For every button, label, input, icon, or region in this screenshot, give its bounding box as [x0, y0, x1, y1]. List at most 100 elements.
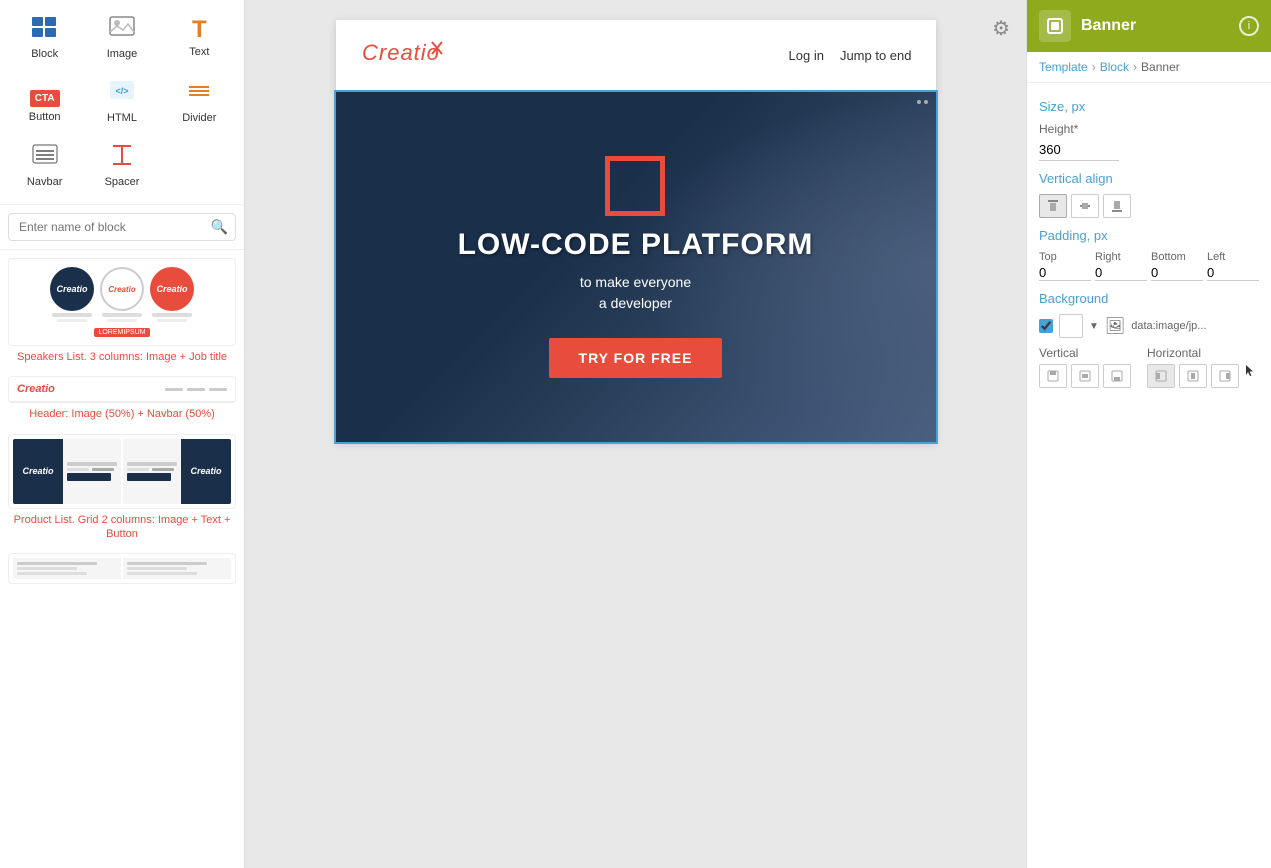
padding-left: Left	[1207, 251, 1259, 281]
block-icon	[31, 16, 59, 44]
padding-top-label: Top	[1039, 251, 1091, 263]
bg-row: ▼ 🖼 data:image/jp...	[1039, 314, 1259, 338]
search-input[interactable]	[8, 213, 236, 241]
horizontal-pos-section: Horizontal	[1147, 346, 1257, 388]
cursor-indicator	[1243, 364, 1257, 378]
button-label: Button	[29, 111, 61, 123]
padding-left-label: Left	[1207, 251, 1259, 263]
padding-right-label: Right	[1095, 251, 1147, 263]
sidebar-item-spacer[interactable]: Spacer	[85, 136, 158, 196]
valign-buttons	[1039, 194, 1259, 218]
email-nav: Log in Jump to end	[789, 48, 912, 63]
image-icon	[109, 16, 135, 44]
banner-resize-handle[interactable]	[917, 100, 928, 104]
email-canvas: Creatio Log in Jump to end LOW-CODE PLAT…	[336, 20, 936, 442]
block-grid: Block Image T Text CTA Button	[0, 0, 244, 204]
banner-icon-square	[605, 156, 665, 216]
text-icon: T	[192, 18, 207, 42]
corner-dot-2	[924, 100, 928, 104]
vertical-pos-buttons	[1039, 364, 1131, 388]
divider	[0, 204, 244, 205]
height-label: Height*	[1039, 122, 1259, 136]
vertical-top-btn[interactable]	[1039, 364, 1067, 388]
right-sidebar: Banner i Template › Block › Banner Size,…	[1026, 0, 1271, 868]
settings-icon[interactable]: ⚙	[992, 16, 1010, 41]
breadcrumb-block[interactable]: Block	[1100, 60, 1129, 74]
valign-middle-btn[interactable]	[1071, 194, 1099, 218]
bg-image-icon[interactable]: 🖼	[1105, 316, 1125, 336]
header-label: Header: Image (50%) + Navbar (50%)	[8, 407, 236, 421]
horizontal-pos-buttons	[1147, 364, 1257, 388]
banner-cta-button[interactable]: TRY FOR FREE	[549, 338, 723, 378]
breadcrumb-template[interactable]: Template	[1039, 60, 1088, 74]
valign-bottom-btn[interactable]	[1103, 194, 1131, 218]
breadcrumb-sep1: ›	[1092, 60, 1096, 74]
sidebar-item-block[interactable]: Block	[8, 8, 81, 68]
block-label: Block	[31, 48, 58, 60]
height-field: Height*	[1039, 122, 1259, 161]
breadcrumb-sep2: ›	[1133, 60, 1137, 74]
bg-image-text: data:image/jp...	[1131, 320, 1259, 332]
padding-top: Top	[1039, 251, 1091, 281]
padding-left-input[interactable]	[1207, 265, 1259, 281]
speakers-block-preview[interactable]: Creatio Creatio Creatio	[8, 258, 236, 364]
blocks-list: Creatio Creatio Creatio	[0, 258, 244, 868]
left-sidebar: Block Image T Text CTA Button	[0, 0, 245, 868]
valign-top-btn[interactable]	[1039, 194, 1067, 218]
image-label: Image	[107, 48, 138, 60]
size-section-title: Size, px	[1039, 99, 1259, 114]
more-block-preview[interactable]	[8, 553, 236, 584]
spacer-icon	[109, 144, 135, 172]
padding-top-input[interactable]	[1039, 265, 1091, 281]
padding-section-title: Padding, px	[1039, 228, 1259, 243]
horizontal-left-btn[interactable]	[1147, 364, 1175, 388]
bg-checkbox[interactable]	[1039, 319, 1053, 333]
corner-dot-1	[917, 100, 921, 104]
more-preview-img	[8, 553, 236, 584]
info-icon[interactable]: i	[1239, 16, 1259, 36]
banner-title: LOW-CODE PLATFORM	[458, 228, 814, 262]
email-header: Creatio Log in Jump to end	[336, 20, 936, 92]
breadcrumb: Template › Block › Banner	[1027, 52, 1271, 83]
padding-right: Right	[1095, 251, 1147, 281]
banner-content: LOW-CODE PLATFORM to make everyonea deve…	[438, 136, 834, 398]
bg-dropdown-arrow[interactable]: ▼	[1089, 321, 1099, 332]
svg-text:</>: </>	[115, 86, 128, 96]
padding-bottom-input[interactable]	[1151, 265, 1203, 281]
html-label: HTML	[107, 112, 137, 124]
sidebar-item-button[interactable]: CTA Button	[8, 72, 81, 132]
valign-section-title: Vertical align	[1039, 171, 1259, 186]
sidebar-item-image[interactable]: Image	[85, 8, 158, 68]
navbar-icon	[32, 144, 58, 172]
preview-nav	[122, 388, 227, 391]
horizontal-center-btn[interactable]	[1179, 364, 1207, 388]
login-link[interactable]: Log in	[789, 48, 824, 63]
divider-label: Divider	[182, 112, 216, 124]
padding-right-input[interactable]	[1095, 265, 1147, 281]
text-label: Text	[189, 46, 209, 58]
header-preview-img: Creatio	[8, 376, 236, 403]
vertical-pos-label: Vertical	[1039, 346, 1131, 360]
main-content: ⚙ Creatio Log in Jump to end	[245, 0, 1026, 868]
sidebar-item-navbar[interactable]: Navbar	[8, 136, 81, 196]
sidebar-item-text[interactable]: T Text	[163, 8, 236, 68]
banner-icon	[458, 156, 814, 216]
product-block-preview[interactable]: Creatio	[8, 434, 236, 542]
sidebar-item-divider[interactable]: Divider	[163, 72, 236, 132]
sidebar-item-html[interactable]: </> HTML	[85, 72, 158, 132]
vertical-center-btn[interactable]	[1071, 364, 1099, 388]
divider2	[0, 249, 244, 250]
right-panel-title: Banner	[1081, 17, 1229, 35]
header-block-preview[interactable]: Creatio Header: Image (50%) + Navbar (50…	[8, 376, 236, 421]
banner-section[interactable]: LOW-CODE PLATFORM to make everyonea deve…	[336, 92, 936, 442]
padding-bottom: Bottom	[1151, 251, 1203, 281]
jump-link[interactable]: Jump to end	[840, 48, 912, 63]
divider-icon	[186, 80, 212, 108]
speakers-preview-img: Creatio Creatio Creatio	[8, 258, 236, 346]
vertical-bottom-btn[interactable]	[1103, 364, 1131, 388]
height-input[interactable]	[1039, 139, 1119, 161]
html-icon: </>	[109, 80, 135, 108]
breadcrumb-banner: Banner	[1141, 60, 1180, 74]
horizontal-right-btn[interactable]	[1211, 364, 1239, 388]
bg-color-picker[interactable]	[1059, 314, 1083, 338]
